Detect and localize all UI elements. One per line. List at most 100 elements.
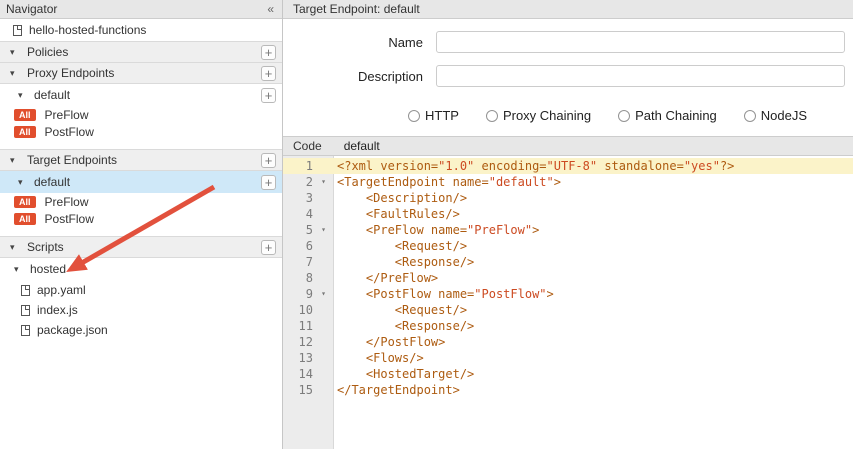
code-panel-label: Code bbox=[293, 139, 322, 153]
fold-gutter bbox=[313, 206, 334, 222]
code-line[interactable]: 14 <HostedTarget/> bbox=[283, 366, 853, 382]
target-endpoint-name: default bbox=[34, 175, 255, 189]
code-line[interactable]: 7 <Response/> bbox=[283, 254, 853, 270]
bundle-name: hello-hosted-functions bbox=[29, 23, 146, 37]
radio-path-chaining[interactable]: Path Chaining bbox=[618, 108, 717, 123]
fold-gutter bbox=[313, 366, 334, 382]
code-line[interactable]: 12 </PostFlow> bbox=[283, 334, 853, 350]
code-line[interactable]: 3 <Description/> bbox=[283, 190, 853, 206]
fold-gutter bbox=[313, 190, 334, 206]
radio-nodejs[interactable]: NodeJS bbox=[744, 108, 807, 123]
file-icon bbox=[21, 305, 30, 316]
section-policies-label: Policies bbox=[27, 45, 254, 59]
code-line[interactable]: 6 <Request/> bbox=[283, 238, 853, 254]
fold-gutter bbox=[313, 318, 334, 334]
section-policies[interactable]: ▾ Policies + bbox=[0, 41, 282, 63]
add-target-endpoint-button[interactable]: + bbox=[261, 153, 276, 168]
radio-label: HTTP bbox=[425, 108, 459, 123]
proxy-endpoint-name: default bbox=[34, 88, 255, 102]
tree-item-file-package-json[interactable]: package.json bbox=[0, 320, 282, 340]
radio-label: Path Chaining bbox=[635, 108, 717, 123]
code-line[interactable]: 11 <Response/> bbox=[283, 318, 853, 334]
line-number: 8 bbox=[283, 270, 313, 286]
detail-header: Target Endpoint: default bbox=[283, 0, 853, 19]
chevron-down-icon: ▾ bbox=[10, 243, 20, 252]
section-proxy-endpoints[interactable]: ▾ Proxy Endpoints + bbox=[0, 62, 282, 84]
line-number: 4 bbox=[283, 206, 313, 222]
code-text: </PreFlow> bbox=[334, 270, 438, 286]
code-text: </TargetEndpoint> bbox=[334, 382, 460, 398]
line-number: 12 bbox=[283, 334, 313, 350]
tree-spacer bbox=[0, 227, 282, 236]
fold-gutter bbox=[313, 270, 334, 286]
add-target-flow-button[interactable]: + bbox=[261, 175, 276, 190]
navigator-title: Navigator bbox=[6, 2, 57, 16]
fold-gutter bbox=[313, 350, 334, 366]
description-input[interactable] bbox=[436, 65, 845, 87]
detail-title: Target Endpoint: default bbox=[293, 2, 420, 16]
code-tab-default[interactable]: default bbox=[344, 139, 380, 153]
fold-toggle-icon[interactable]: ▾ bbox=[313, 222, 334, 238]
code-text: <Request/> bbox=[334, 238, 467, 254]
fold-toggle-icon[interactable]: ▾ bbox=[313, 286, 334, 302]
code-line[interactable]: 8 </PreFlow> bbox=[283, 270, 853, 286]
line-number: 3 bbox=[283, 190, 313, 206]
file-icon bbox=[21, 285, 30, 296]
code-text: <Response/> bbox=[334, 318, 474, 334]
tree-item-file-index-js[interactable]: index.js bbox=[0, 300, 282, 320]
fold-gutter bbox=[313, 254, 334, 270]
collapse-sidebar-button[interactable]: « bbox=[267, 2, 273, 16]
code-text: <PreFlow name="PreFlow"> bbox=[334, 222, 539, 238]
tree-item-target-preflow[interactable]: All PreFlow bbox=[0, 193, 282, 210]
chevron-down-icon: ▾ bbox=[10, 156, 20, 165]
condition-badge: All bbox=[14, 196, 36, 208]
code-text: <Request/> bbox=[334, 302, 467, 318]
detail-panel: Target Endpoint: default Name Descriptio… bbox=[283, 0, 853, 449]
code-line[interactable]: 5▾ <PreFlow name="PreFlow"> bbox=[283, 222, 853, 238]
radio-icon bbox=[618, 110, 630, 122]
line-number: 7 bbox=[283, 254, 313, 270]
line-number: 9 bbox=[283, 286, 313, 302]
description-label: Description bbox=[283, 69, 423, 84]
line-number: 14 bbox=[283, 366, 313, 382]
code-line[interactable]: 2▾<TargetEndpoint name="default"> bbox=[283, 174, 853, 190]
tree-spacer bbox=[0, 140, 282, 149]
file-name: package.json bbox=[37, 323, 108, 337]
fold-toggle-icon[interactable]: ▾ bbox=[313, 174, 334, 190]
name-row: Name bbox=[283, 31, 845, 53]
add-script-button[interactable]: + bbox=[261, 240, 276, 255]
code-line[interactable]: 9▾ <PostFlow name="PostFlow"> bbox=[283, 286, 853, 302]
section-target-endpoints[interactable]: ▾ Target Endpoints + bbox=[0, 149, 282, 171]
tree-item-proxy-endpoint-default[interactable]: ▾ default + bbox=[0, 84, 282, 106]
file-name: index.js bbox=[37, 303, 78, 317]
line-number: 13 bbox=[283, 350, 313, 366]
radio-proxy-chaining[interactable]: Proxy Chaining bbox=[486, 108, 591, 123]
section-proxy-endpoints-label: Proxy Endpoints bbox=[27, 66, 254, 80]
endpoint-type-options: HTTP Proxy Chaining Path Chaining NodeJS bbox=[408, 108, 845, 123]
code-editor[interactable]: 1<?xml version="1.0" encoding="UTF-8" st… bbox=[283, 156, 853, 449]
name-input[interactable] bbox=[436, 31, 845, 53]
tree-item-proxy-postflow[interactable]: All PostFlow bbox=[0, 123, 282, 140]
add-proxy-endpoint-button[interactable]: + bbox=[261, 66, 276, 81]
code-line[interactable]: 13 <Flows/> bbox=[283, 350, 853, 366]
code-line[interactable]: 1<?xml version="1.0" encoding="UTF-8" st… bbox=[283, 158, 853, 174]
flow-label: PreFlow bbox=[45, 108, 89, 122]
tree-item-target-postflow[interactable]: All PostFlow bbox=[0, 210, 282, 227]
tree-item-target-endpoint-default[interactable]: ▾ default + bbox=[0, 171, 282, 193]
add-proxy-flow-button[interactable]: + bbox=[261, 88, 276, 103]
file-name: app.yaml bbox=[37, 283, 86, 297]
radio-icon bbox=[744, 110, 756, 122]
code-line[interactable]: 15</TargetEndpoint> bbox=[283, 382, 853, 398]
tree-item-bundle[interactable]: hello-hosted-functions bbox=[0, 19, 282, 41]
add-policy-button[interactable]: + bbox=[261, 45, 276, 60]
radio-http[interactable]: HTTP bbox=[408, 108, 459, 123]
app-window: Navigator « hello-hosted-functions ▾ Pol… bbox=[0, 0, 853, 449]
tree-item-hosted-folder[interactable]: ▾ hosted bbox=[0, 258, 282, 280]
code-line[interactable]: 10 <Request/> bbox=[283, 302, 853, 318]
section-scripts[interactable]: ▾ Scripts + bbox=[0, 236, 282, 258]
flow-label: PostFlow bbox=[45, 212, 94, 226]
tree-item-proxy-preflow[interactable]: All PreFlow bbox=[0, 106, 282, 123]
line-number: 5 bbox=[283, 222, 313, 238]
tree-item-file-app-yaml[interactable]: app.yaml bbox=[0, 280, 282, 300]
code-line[interactable]: 4 <FaultRules/> bbox=[283, 206, 853, 222]
